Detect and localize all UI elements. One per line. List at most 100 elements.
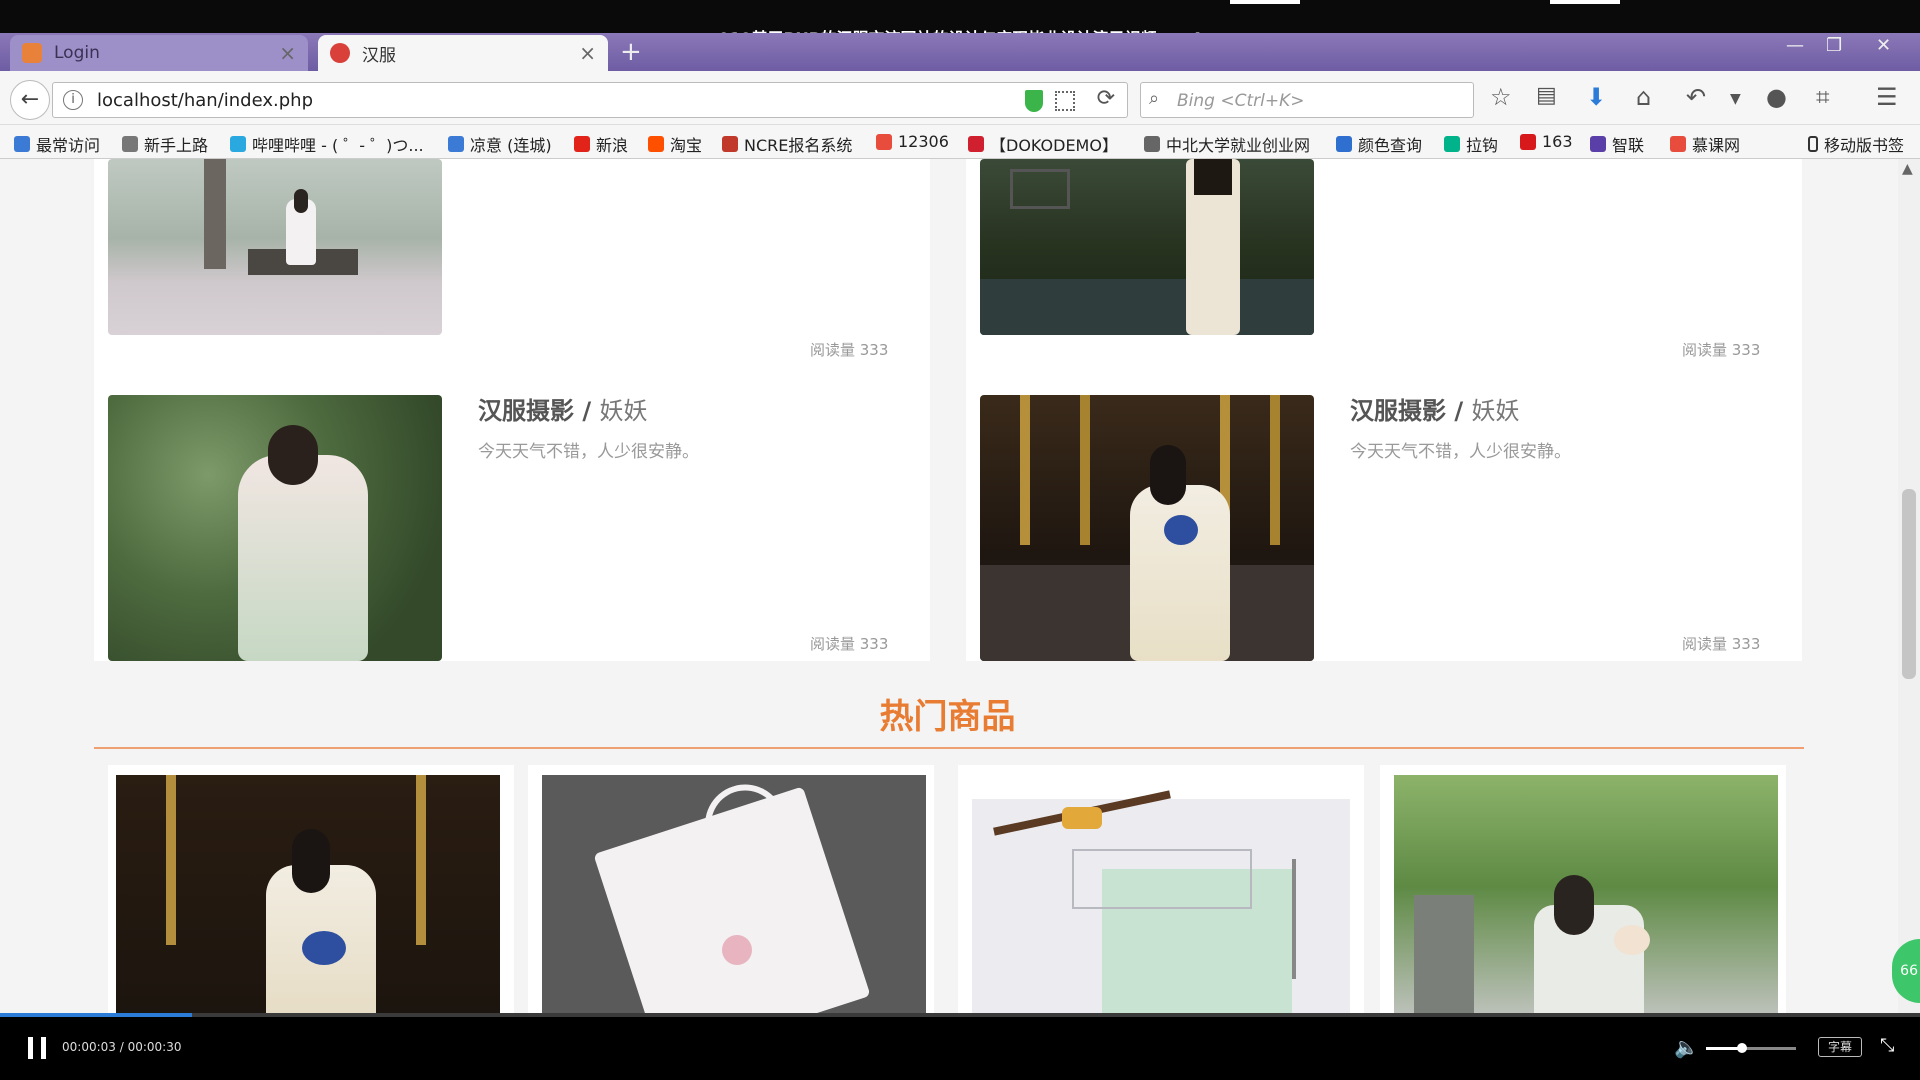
article-photo[interactable]	[108, 159, 442, 335]
qr-code-icon[interactable]	[1055, 91, 1075, 111]
volume-knob[interactable]	[1737, 1043, 1747, 1053]
volume-icon[interactable]: 🔈	[1674, 1035, 1699, 1059]
browser-window: Login × 汉服 × + — ❐ ✕ ← i localhost/han/i…	[0, 33, 1920, 1013]
home-icon[interactable]: ⌂	[1636, 83, 1651, 111]
bookmark-label: 最常访问	[36, 136, 101, 155]
bookmark-item[interactable]: 拉钩	[1444, 132, 1498, 156]
chat-icon[interactable]: ●	[1766, 83, 1787, 111]
bookmark-item[interactable]: 12306	[876, 132, 949, 151]
bookmark-label: 慕课网	[1692, 136, 1741, 155]
shield-icon[interactable]	[1025, 90, 1043, 112]
product-card[interactable]	[1380, 765, 1786, 1013]
bookmark-item[interactable]: 淘宝	[648, 132, 702, 156]
restore-icon[interactable]: ❐	[1826, 35, 1842, 56]
tab-login[interactable]: Login ×	[10, 35, 308, 71]
mobile-bookmarks[interactable]: 移动版书签	[1808, 132, 1904, 156]
article-title[interactable]: 汉服摄影 / 妖妖	[1350, 391, 1519, 426]
download-icon[interactable]: ⬇	[1586, 83, 1606, 111]
product-card[interactable]	[528, 765, 934, 1013]
dropdown-icon[interactable]: ▼	[1730, 91, 1741, 107]
bookmark-item[interactable]: 新浪	[574, 132, 628, 156]
scroll-up-icon[interactable]: ▲	[1902, 161, 1913, 177]
phone-icon	[1808, 136, 1818, 152]
article-title[interactable]: 汉服摄影 / 妖妖	[478, 391, 647, 426]
article-photo[interactable]	[108, 395, 442, 661]
bookmark-label: 163	[1542, 132, 1573, 151]
section-divider	[94, 747, 1804, 749]
back-button[interactable]: ←	[10, 80, 50, 120]
bookmark-item[interactable]: 【DOKODEMO】	[968, 132, 1118, 156]
article-reads: 阅读量 333	[810, 635, 889, 653]
menu-icon[interactable]: ☰	[1876, 83, 1898, 111]
tab-label: 汉服	[362, 45, 396, 66]
undo-icon[interactable]: ↶	[1686, 83, 1706, 111]
volume-slider[interactable]	[1706, 1043, 1796, 1053]
close-tab-icon[interactable]: ×	[579, 41, 596, 65]
bookmark-item[interactable]: 新手上路	[122, 132, 208, 156]
bookmark-item[interactable]: NCRE报名系统	[722, 132, 852, 156]
article-photo[interactable]	[980, 159, 1314, 335]
bookmark-item[interactable]: 哔哩哔哩 - ( ゜- ゜)つ...	[230, 132, 424, 156]
page-content: 阅读量 333 阅读量 333 汉服摄影 / 妖妖 今天天气不错，人少很安静。 …	[0, 159, 1920, 1013]
fullscreen-icon[interactable]: ⤡	[1880, 1035, 1894, 1056]
search-input[interactable]: ⌕ Bing <Ctrl+K>	[1140, 82, 1474, 118]
reading-list-icon[interactable]: ▤	[1536, 83, 1557, 108]
bookmark-item[interactable]: 163	[1520, 132, 1573, 151]
article-reads: 阅读量 333	[1682, 635, 1761, 653]
pause-bar	[41, 1037, 46, 1059]
bookmark-icon	[1444, 136, 1460, 152]
bookmark-icon	[968, 136, 984, 152]
pause-button[interactable]	[28, 1037, 48, 1059]
bookmark-label: 新手上路	[144, 136, 209, 155]
product-card[interactable]	[108, 765, 514, 1013]
bookmark-item[interactable]: 最常访问	[14, 132, 100, 156]
product-photo[interactable]	[542, 774, 926, 1013]
article-category: 汉服摄影 /	[1350, 397, 1472, 425]
crop-icon[interactable]: ⌗	[1816, 83, 1830, 111]
product-photo[interactable]	[1394, 775, 1778, 1013]
reload-icon[interactable]: ⟳	[1097, 86, 1115, 111]
scroll-thumb[interactable]	[1902, 489, 1916, 679]
bookmark-icon	[574, 136, 590, 152]
bookmark-label: 智联	[1612, 136, 1645, 155]
tab-strip: Login × 汉服 × + — ❐ ✕	[0, 33, 1920, 71]
video-progress-fill	[0, 1013, 192, 1017]
article-reads: 阅读量 333	[1682, 341, 1761, 359]
address-bar[interactable]: i localhost/han/index.php ⟳	[52, 82, 1128, 118]
title-bar-mark	[1230, 0, 1300, 4]
tab-hanfu[interactable]: 汉服 ×	[318, 35, 608, 71]
bookmarks-bar: 最常访问 新手上路 哔哩哔哩 - ( ゜- ゜)つ... 凉意 (连城) 新浪 …	[0, 125, 1920, 159]
video-title-bar: 019基于PHP的汉服交流网站的设计与实现毕业设计演示视频.mp4	[0, 0, 1920, 48]
bookmark-icon	[648, 136, 664, 152]
video-progress-bar[interactable]	[0, 1013, 1920, 1017]
bookmark-label: 12306	[898, 132, 949, 151]
hanfu-favicon-icon	[330, 43, 350, 63]
minimize-icon[interactable]: —	[1786, 35, 1804, 56]
close-tab-icon[interactable]: ×	[279, 41, 296, 65]
site-info-icon[interactable]: i	[63, 90, 83, 110]
bookmark-item[interactable]: 慕课网	[1670, 132, 1740, 156]
article-reads: 阅读量 333	[810, 341, 889, 359]
page-scrollbar[interactable]: ▲	[1898, 159, 1920, 1013]
bookmark-label: 淘宝	[670, 136, 703, 155]
article-author: 妖妖	[1471, 397, 1520, 425]
product-photo[interactable]	[116, 775, 500, 1013]
bookmark-icon	[876, 133, 892, 150]
product-photo[interactable]	[972, 790, 1350, 1013]
bookmark-item[interactable]: 凉意 (连城)	[448, 132, 552, 156]
close-window-icon[interactable]: ✕	[1876, 35, 1891, 56]
bookmark-star-icon[interactable]: ☆	[1490, 83, 1512, 111]
article-category: 汉服摄影 /	[478, 397, 600, 425]
floating-badge[interactable]: 66	[1892, 939, 1920, 1003]
bookmark-icon	[1144, 136, 1160, 152]
bookmark-icon	[14, 136, 30, 152]
product-card[interactable]	[958, 765, 1364, 1013]
bookmark-item[interactable]: 智联	[1590, 132, 1644, 156]
bookmark-label: 凉意 (连城)	[470, 136, 552, 155]
bookmark-item[interactable]: 中北大学就业创业网	[1144, 132, 1310, 156]
subtitle-button[interactable]: 字幕	[1818, 1037, 1862, 1057]
new-tab-icon[interactable]: +	[620, 37, 642, 67]
bookmark-item[interactable]: 颜色查询	[1336, 132, 1422, 156]
bookmark-icon	[122, 136, 138, 152]
article-photo[interactable]	[980, 395, 1314, 661]
